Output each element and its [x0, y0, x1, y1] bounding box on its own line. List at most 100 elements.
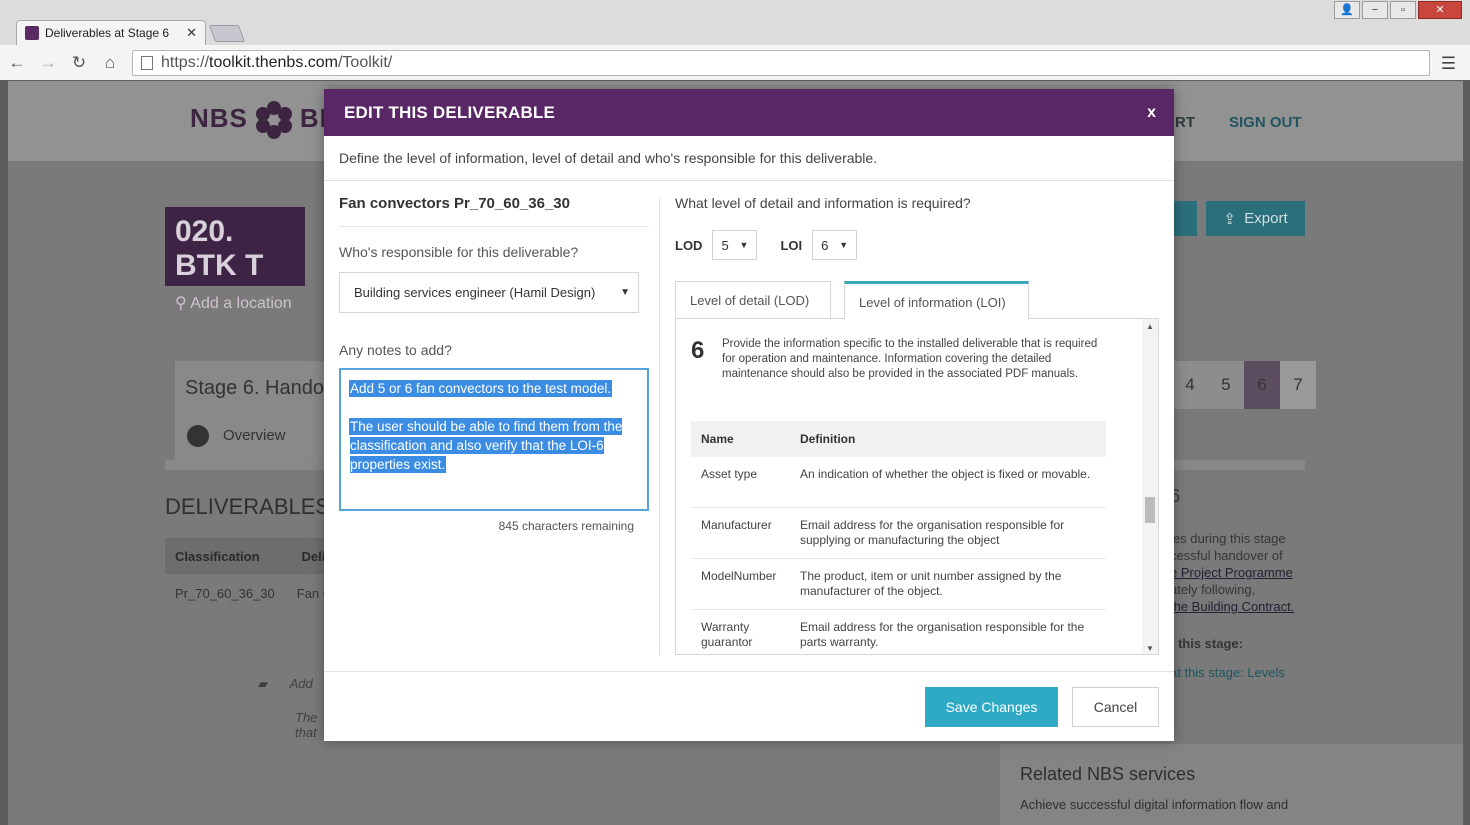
table-header: Name Definition: [691, 421, 1106, 457]
notes-label: Any notes to add?: [339, 342, 452, 358]
col-name: Name: [701, 432, 734, 446]
browser-chrome: Deliverables at Stage 6 ✕ 👤 − ▫ ✕ ← → ↻ …: [0, 0, 1470, 80]
loi-select[interactable]: 6 ▼: [812, 230, 858, 260]
level-description: Provide the information specific to the …: [722, 338, 1098, 380]
home-icon[interactable]: ⌂: [96, 53, 124, 73]
building-contract-link[interactable]: the Building Contract.: [1170, 598, 1305, 615]
level-tabs: Level of detail (LOD) Level of informati…: [675, 281, 1159, 320]
new-tab-button[interactable]: [208, 25, 246, 42]
modal-close-icon[interactable]: x: [1147, 104, 1156, 122]
modal-footer: Save Changes Cancel: [324, 671, 1174, 741]
deliverable-name: Fan convectors Pr_70_60_36_30: [339, 195, 649, 227]
modal-title: EDIT THIS DELIVERABLE: [344, 102, 556, 122]
overview-tab[interactable]: Overview: [223, 427, 286, 444]
cell-name: Asset type: [701, 467, 758, 481]
level-question: What level of detail and information is …: [675, 195, 971, 211]
add-location-label: Add a location: [190, 295, 292, 312]
tab-title: Deliverables at Stage 6: [45, 26, 170, 40]
stage-panel: Stage 6. Hando Overview: [175, 361, 325, 461]
project-banner: 020. BTK T ⚲ Add a location: [165, 207, 305, 312]
cancel-button[interactable]: Cancel: [1072, 687, 1159, 727]
url-host: toolkit.thenbs.com: [209, 54, 338, 71]
loi-value: 6: [821, 237, 829, 253]
project-programme-link[interactable]: e Project Programme: [1170, 564, 1305, 581]
scroll-down-icon[interactable]: ▼: [1146, 644, 1154, 653]
responsible-select[interactable]: Building services engineer (Hamil Design…: [339, 272, 639, 313]
sidebar-bold: t this stage:: [1170, 636, 1243, 651]
dropdown-arrow-icon: ▼: [839, 240, 849, 250]
related-heading: Related NBS services: [1020, 764, 1196, 784]
deliverables-heading: DELIVERABLES A: [165, 494, 350, 519]
user-icon[interactable]: 👤: [1334, 1, 1360, 19]
sign-out-link[interactable]: SIGN OUT: [1229, 114, 1302, 131]
stage-tab-7[interactable]: 7: [1280, 361, 1316, 409]
add-location-link[interactable]: ⚲ Add a location: [175, 293, 295, 313]
export-button[interactable]: ⇪ Export: [1206, 201, 1305, 236]
menu-icon[interactable]: ☰: [1441, 54, 1456, 74]
project-title: 020. BTK T: [175, 215, 264, 282]
loi-content-pane[interactable]: 6 Provide the information specific to th…: [675, 319, 1159, 655]
minimize-button[interactable]: −: [1362, 1, 1388, 19]
table-row[interactable]: Pr_70_60_36_30 Fan c: [175, 586, 329, 601]
notes-line-1: Add 5 or 6 fan convectors to the test mo…: [350, 381, 612, 396]
scrollbar[interactable]: ▲ ▼: [1142, 319, 1158, 654]
comment-text-2: The: [295, 710, 318, 725]
cell-name: Warranty guarantor: [701, 620, 753, 649]
column-divider: [659, 197, 660, 655]
sidebar-line: ies during this stage: [1170, 531, 1286, 546]
forward-icon[interactable]: →: [34, 53, 62, 73]
loi-label: LOI: [780, 237, 803, 253]
sidebar-line: cessful handover of: [1170, 548, 1283, 563]
related-services: Related NBS services Achieve successful …: [1000, 744, 1463, 825]
reload-icon[interactable]: ↻: [65, 53, 93, 73]
window-controls: 👤 − ▫ ✕: [1334, 1, 1462, 19]
scroll-up-icon[interactable]: ▲: [1146, 322, 1154, 331]
right-column: What level of detail and information is …: [675, 195, 1159, 655]
tab-loi[interactable]: Level of information (LOI): [844, 281, 1029, 320]
tab-lod[interactable]: Level of detail (LOD): [675, 281, 831, 319]
location-pin-icon: ⚲: [175, 295, 191, 312]
modal-header: EDIT THIS DELIVERABLE x: [324, 89, 1174, 136]
address-bar[interactable]: https:// toolkit.thenbs.com /Toolkit/: [132, 50, 1430, 76]
lod-select[interactable]: 5 ▼: [712, 230, 758, 260]
cell-definition: Email address for the organisation respo…: [800, 518, 1065, 547]
responsible-value: Building services engineer (Hamil Design…: [354, 285, 596, 300]
cell-definition: The product, item or unit number assigne…: [800, 569, 1062, 598]
cell-name: Manufacturer: [701, 518, 772, 532]
tab-close-icon[interactable]: ✕: [186, 25, 197, 41]
notes-textarea[interactable]: Add 5 or 6 fan convectors to the test mo…: [339, 368, 649, 511]
nav-partial[interactable]: RT: [1175, 114, 1195, 131]
comment-text-3: that: [295, 725, 317, 740]
table-row: ModelNumber The product, item or unit nu…: [691, 559, 1106, 610]
logo-text-nbs: NBS: [190, 102, 248, 133]
dropdown-arrow-icon: ▼: [739, 240, 749, 250]
dropdown-arrow-icon: ▼: [620, 287, 630, 298]
save-changes-button[interactable]: Save Changes: [925, 687, 1058, 727]
other-action-button[interactable]: [1172, 201, 1197, 236]
cell-definition: Email address for the organisation respo…: [800, 620, 1085, 649]
flower-logo-icon: [255, 101, 292, 139]
cell-name: ModelNumber: [701, 569, 777, 583]
table-row: Manufacturer Email address for the organ…: [691, 508, 1106, 559]
cell-definition: An indication of whether the object is f…: [800, 467, 1091, 481]
window-close-button[interactable]: ✕: [1418, 1, 1462, 19]
url-scheme: https://: [161, 54, 210, 71]
scroll-thumb[interactable]: [1145, 497, 1155, 523]
table-row: Asset type An indication of whether the …: [691, 457, 1106, 508]
levels-link[interactable]: at this stage: Levels: [1170, 664, 1305, 681]
browser-toolbar: ← → ↻ ⌂ https:// toolkit.thenbs.com /Too…: [0, 45, 1470, 80]
related-text: Achieve successful digital information f…: [1020, 797, 1289, 812]
back-icon[interactable]: ←: [3, 53, 31, 73]
row-classification: Pr_70_60_36_30: [175, 586, 275, 601]
comment-icon: ▰: [258, 676, 268, 691]
url-path: /Toolkit/: [337, 54, 393, 71]
stage-tab-5[interactable]: 5: [1208, 361, 1244, 409]
stage-tab-4[interactable]: 4: [1172, 361, 1208, 409]
browser-tab[interactable]: Deliverables at Stage 6 ✕: [16, 20, 206, 45]
table-row: Warranty guarantor Email address for the…: [691, 610, 1106, 654]
maximize-button[interactable]: ▫: [1390, 1, 1416, 19]
edit-deliverable-modal: EDIT THIS DELIVERABLE x Define the level…: [324, 89, 1174, 741]
left-column: Fan convectors Pr_70_60_36_30 Who's resp…: [339, 195, 649, 533]
col-classification: Classification: [175, 549, 260, 564]
stage-tab-6[interactable]: 6: [1244, 361, 1280, 409]
